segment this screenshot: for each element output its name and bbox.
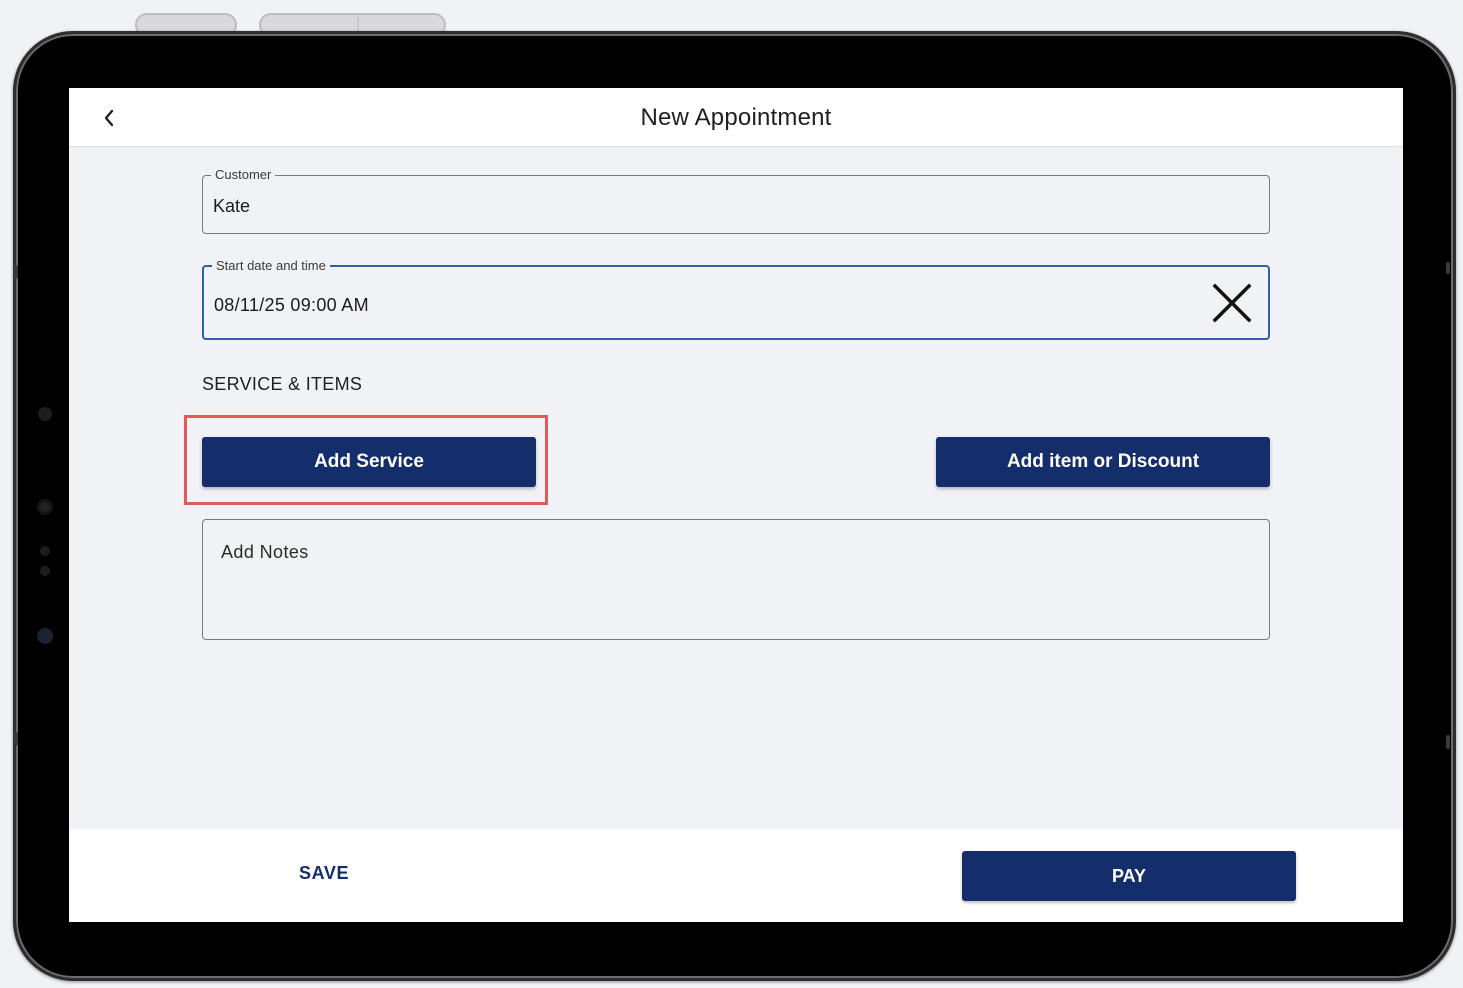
- start-datetime-label: Start date and time: [212, 258, 330, 274]
- notes-placeholder: Add Notes: [221, 542, 309, 562]
- add-item-or-discount-button[interactable]: Add item or Discount: [936, 437, 1270, 487]
- side-marker: [14, 732, 18, 746]
- start-datetime-field[interactable]: Start date and time 08/11/25 09:00 AM: [202, 258, 1270, 340]
- customer-field-label: Customer: [211, 167, 276, 183]
- top-app-bar: New Appointment: [69, 88, 1403, 147]
- start-datetime-value: 08/11/25 09:00 AM: [214, 295, 369, 315]
- customer-field[interactable]: Customer Kate: [202, 167, 1270, 234]
- side-marker: [14, 265, 18, 279]
- clear-datetime-button[interactable]: [1212, 283, 1252, 323]
- bottom-action-bar: SAVE PAY: [69, 829, 1403, 922]
- pay-button[interactable]: PAY: [962, 851, 1296, 901]
- side-marker: [1446, 262, 1450, 274]
- page-title: New Appointment: [640, 104, 832, 131]
- section-title: SERVICE & ITEMS: [202, 374, 363, 394]
- customer-value: Kate: [213, 196, 251, 216]
- sensor-dot: [40, 546, 50, 556]
- sensor-dot: [40, 566, 50, 576]
- side-marker: [1446, 735, 1450, 749]
- notes-textarea[interactable]: Add Notes: [202, 519, 1270, 640]
- save-button[interactable]: SAVE: [299, 863, 349, 884]
- app-screen: New Appointment Customer Kate Start date…: [69, 88, 1403, 922]
- sensor-dot: [38, 407, 52, 421]
- camera-icon: [37, 499, 53, 515]
- app-stage: New Appointment Customer Kate Start date…: [0, 0, 1463, 988]
- close-icon: [1212, 283, 1252, 323]
- add-service-button[interactable]: Add Service: [202, 437, 536, 487]
- sensor-dot: [37, 628, 53, 644]
